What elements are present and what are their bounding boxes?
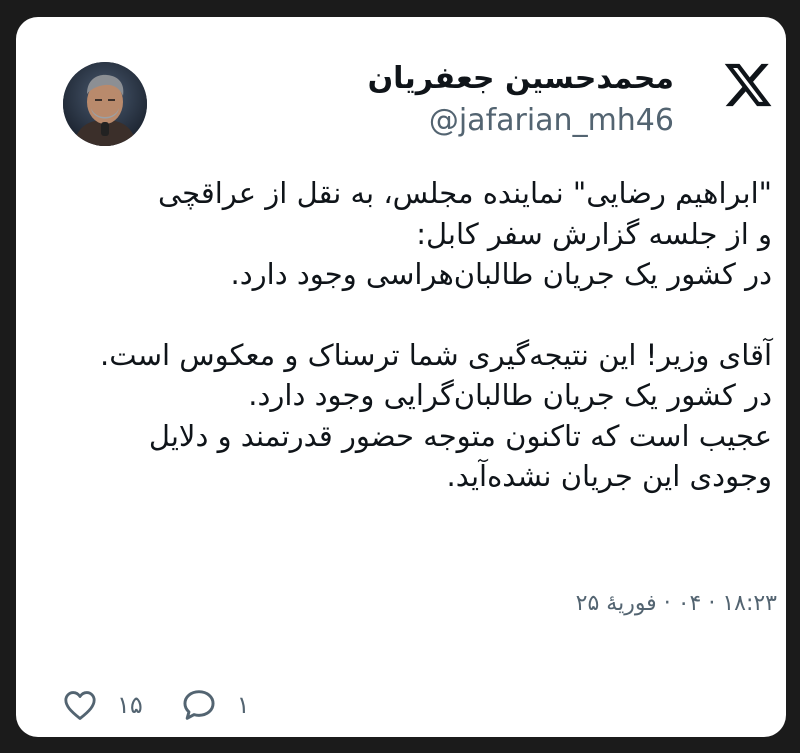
tweet-text: "ابراهیم رضایی" نماینده مجلس، به نقل از … bbox=[82, 173, 772, 497]
heart-icon bbox=[64, 691, 96, 720]
avatar-portrait-icon bbox=[63, 62, 147, 146]
tweet-timestamp[interactable]: ۱۸:۲۳ · ۰۴ · فوریهٔ ۲۵ bbox=[565, 590, 777, 618]
like-button[interactable]: ۱۵ bbox=[63, 689, 143, 721]
tweet-actions: ۱۵ ۱ bbox=[63, 687, 250, 723]
reply-count: ۱ bbox=[236, 691, 250, 719]
x-logo-icon[interactable] bbox=[722, 59, 774, 111]
tweet-paragraph: "ابراهیم رضایی" نماینده مجلس، به نقل از … bbox=[157, 176, 772, 291]
tweet-paragraph: آقای وزیر! این نتیجه‌گیری شما ترسناک و م… bbox=[100, 337, 772, 494]
tweet-card[interactable]: محمدحسین جعفریان @jafarian_mh46 "ابراهیم… bbox=[16, 17, 786, 737]
author-info: محمدحسین جعفریان @jafarian_mh46 bbox=[368, 59, 674, 141]
reply-button[interactable]: ۱ bbox=[181, 688, 250, 722]
like-count: ۱۵ bbox=[117, 691, 143, 719]
author-handle[interactable]: @jafarian_mh46 bbox=[368, 101, 674, 141]
avatar[interactable] bbox=[63, 62, 147, 146]
author-display-name[interactable]: محمدحسین جعفریان bbox=[368, 59, 674, 99]
speech-bubble-icon bbox=[183, 690, 215, 720]
